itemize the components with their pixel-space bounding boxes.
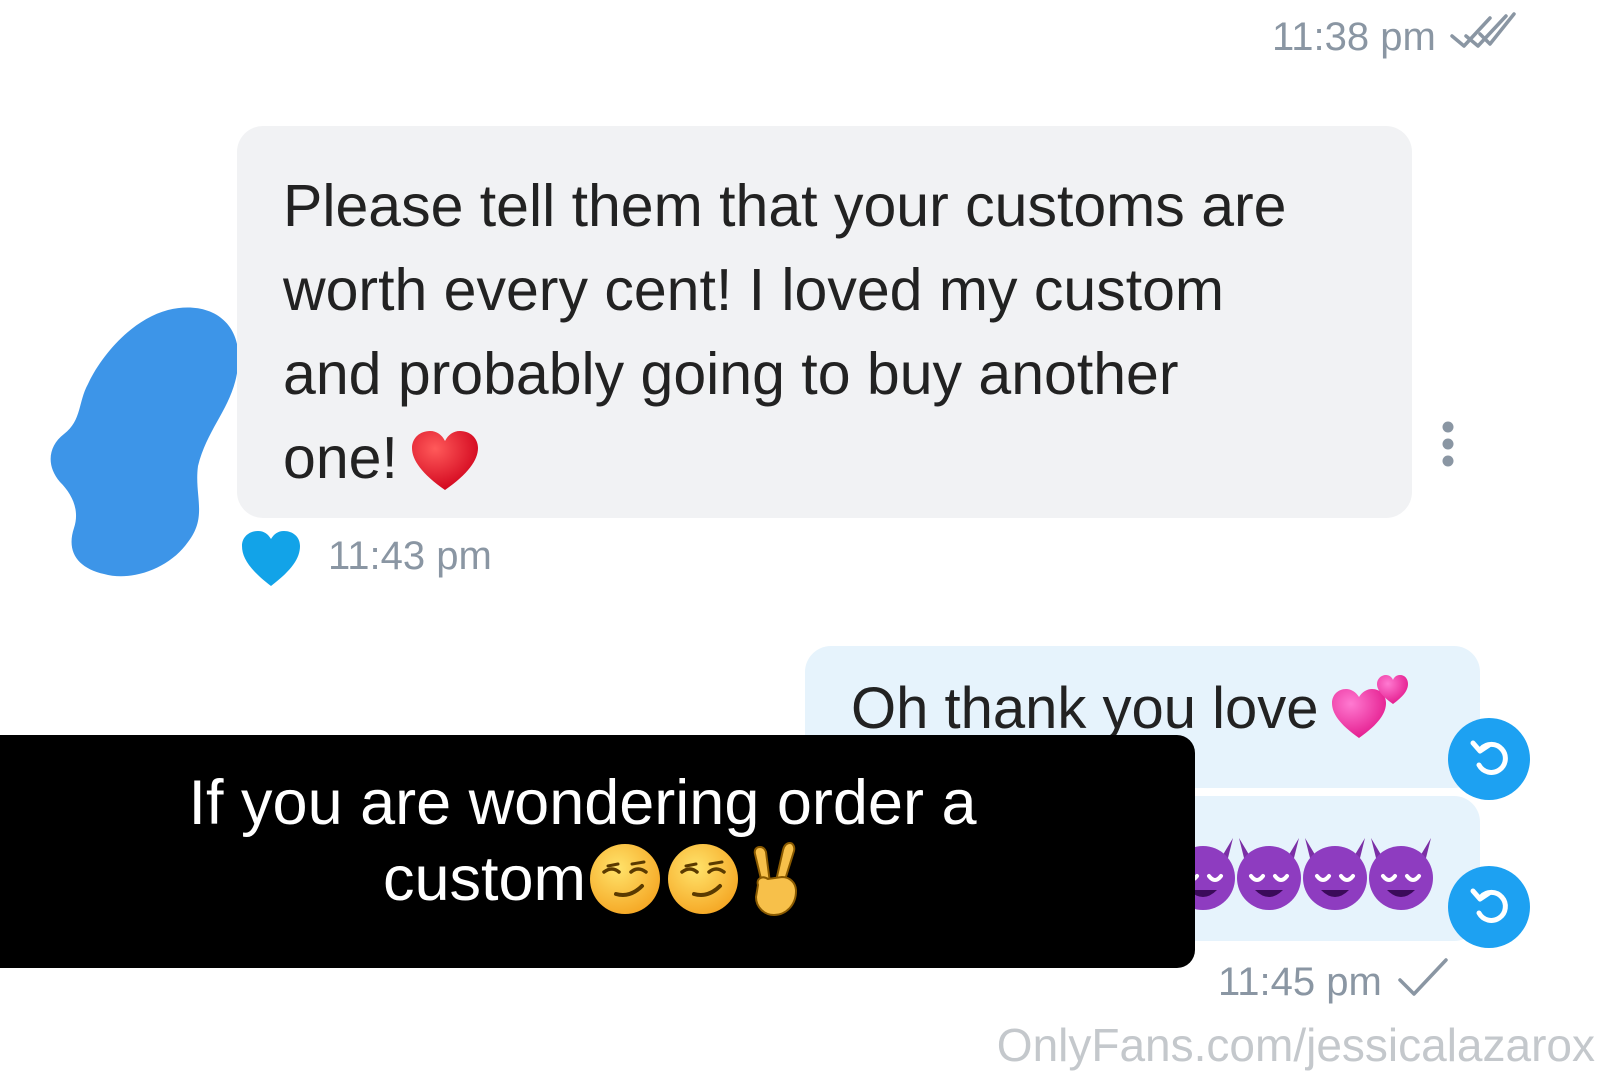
message-line: worth every cent! I loved my custom bbox=[283, 257, 1225, 323]
undo-icon[interactable] bbox=[1448, 718, 1530, 800]
message-timestamp: 11:43 pm bbox=[328, 534, 492, 579]
message-line: Please tell them that your customs are bbox=[283, 173, 1287, 239]
red-heart-emoji bbox=[410, 430, 480, 514]
smiling-devil-emoji bbox=[1369, 838, 1433, 910]
message-timestamp: 11:45 pm bbox=[1218, 956, 1450, 1008]
caption-overlay: If you are wondering order a custom bbox=[0, 735, 1195, 968]
undo-icon[interactable] bbox=[1448, 866, 1530, 948]
chat-view: 11:38 pm Please tell them that your cust… bbox=[0, 0, 1609, 1080]
smiling-devil-emoji bbox=[1237, 838, 1301, 910]
watermark: OnlyFans.com/jessicalazarox bbox=[996, 1019, 1595, 1071]
avatar[interactable] bbox=[48, 306, 248, 601]
message-line-last: one! bbox=[283, 416, 1372, 514]
message-text: Oh thank you love bbox=[851, 676, 1319, 741]
caption-line: custom bbox=[382, 844, 587, 914]
check-icon bbox=[1396, 956, 1450, 1008]
victory-hand-emoji bbox=[753, 841, 798, 917]
smirking-face-emoji bbox=[668, 844, 739, 914]
devil-emoji-row bbox=[1171, 832, 1439, 912]
more-vertical-icon[interactable] bbox=[1441, 420, 1455, 473]
message-timestamp: 11:38 pm bbox=[1272, 10, 1516, 64]
heart-icon[interactable] bbox=[240, 530, 302, 593]
timestamp-text: 11:43 pm bbox=[328, 534, 492, 578]
message-line: and probably going to buy another bbox=[283, 341, 1179, 407]
two-hearts-emoji bbox=[1331, 674, 1409, 754]
smiling-devil-emoji bbox=[1303, 838, 1367, 910]
message-line: one! bbox=[283, 425, 398, 491]
caption-line: If you are wondering order a bbox=[188, 768, 977, 838]
timestamp-text: 11:38 pm bbox=[1272, 14, 1436, 59]
incoming-message-bubble[interactable]: Please tell them that your customs are w… bbox=[237, 126, 1412, 518]
timestamp-text: 11:45 pm bbox=[1218, 959, 1382, 1004]
smirking-face-emoji bbox=[590, 844, 661, 914]
double-check-icon bbox=[1450, 10, 1516, 64]
caption-line-2: custom bbox=[383, 839, 812, 919]
